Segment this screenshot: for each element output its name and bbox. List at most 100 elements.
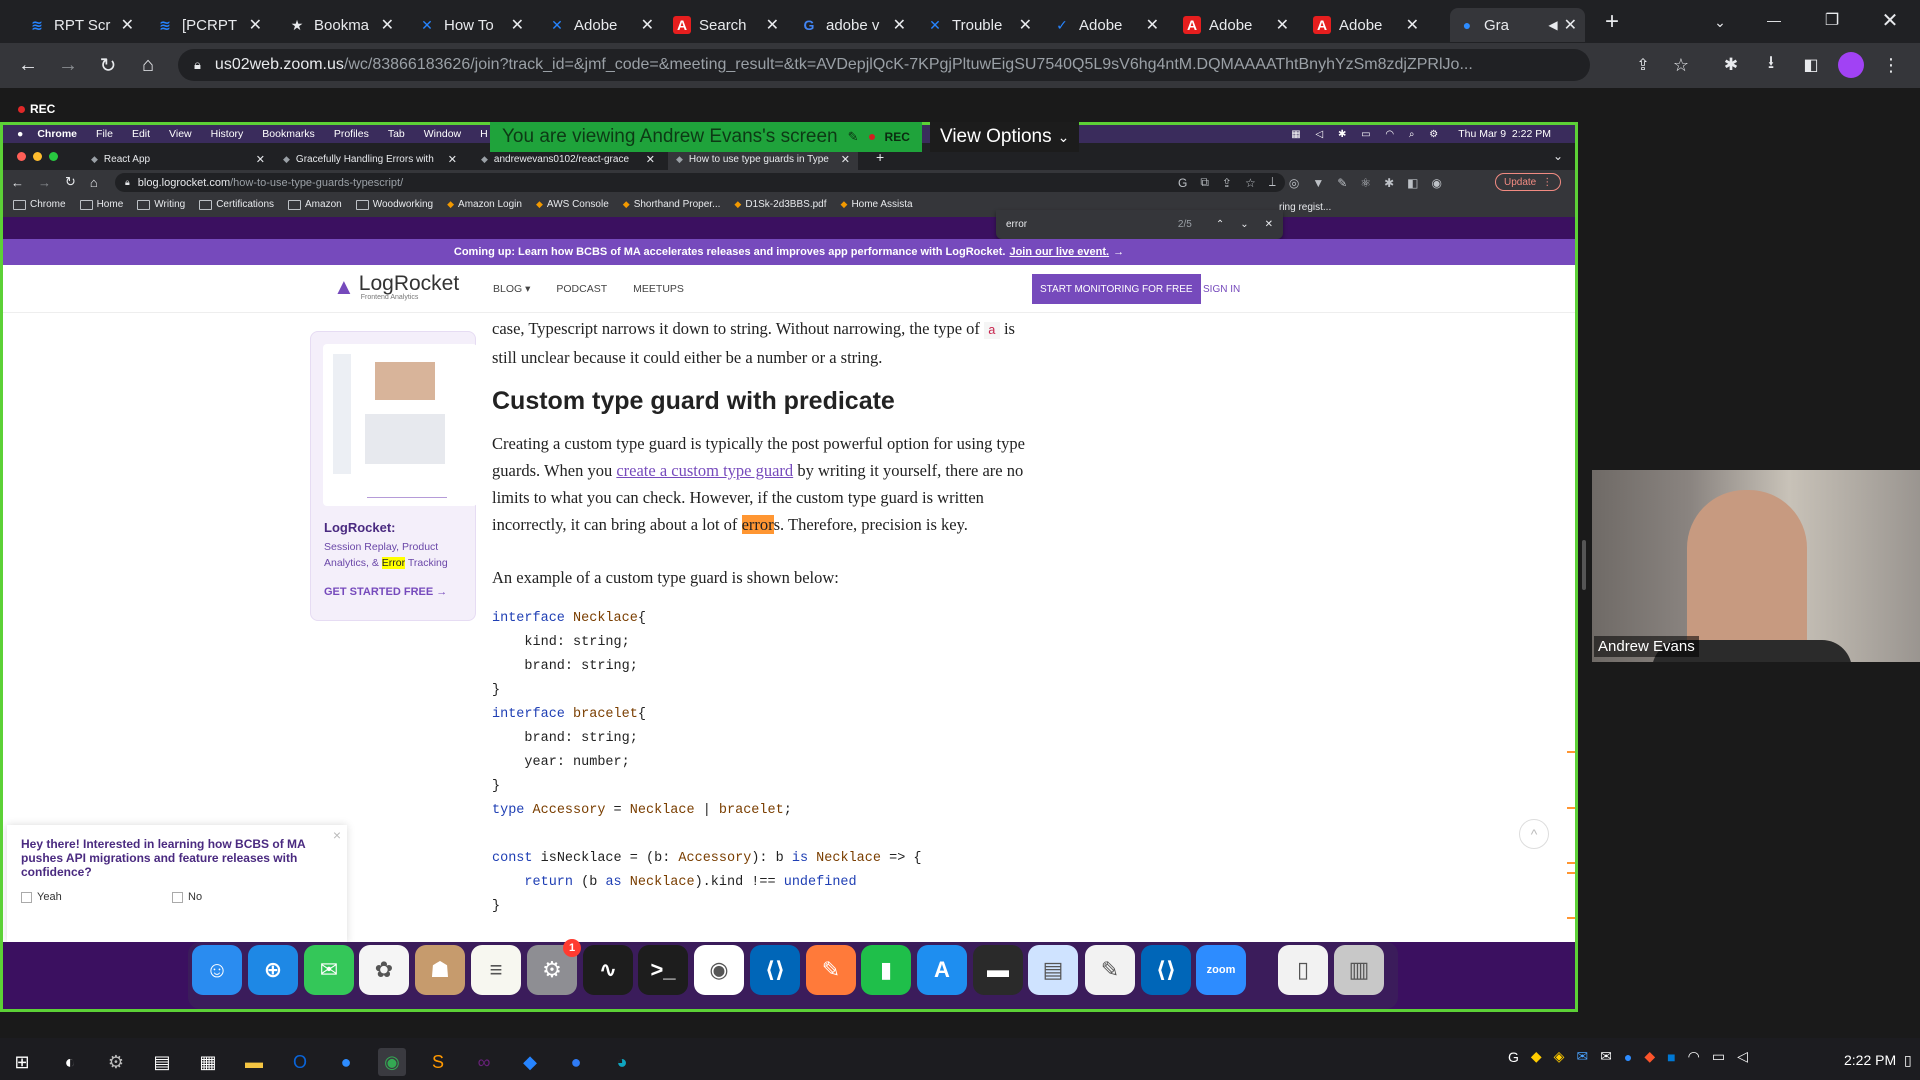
inner-panel-icon[interactable]: ◧	[1407, 176, 1418, 190]
chrome-menu-icon[interactable]: ⋮	[1878, 52, 1904, 78]
react-ext-icon[interactable]: ⚛	[1360, 176, 1371, 190]
keyboard-icon[interactable]: ▤	[148, 1048, 176, 1076]
inner-tab[interactable]: ◆ React App ✕	[83, 147, 273, 171]
survey-close-icon[interactable]: ×	[333, 827, 341, 843]
app-store-icon[interactable]: A	[917, 945, 967, 995]
outer-tab[interactable]: ✕ Adobe ✕	[540, 8, 662, 42]
no-checkbox[interactable]	[172, 891, 183, 903]
tray-battery-icon[interactable]: ▭	[1712, 1048, 1725, 1065]
inner-star-icon[interactable]: ☆	[1245, 176, 1256, 190]
minimize-button[interactable]: —	[1760, 6, 1788, 34]
outer-tab[interactable]: ● Gra ◀ ✕	[1450, 8, 1585, 42]
close-tab-icon[interactable]: ✕	[893, 15, 906, 35]
device-icon[interactable]: ▬	[973, 945, 1023, 995]
zoom-dock-icon[interactable]: zoom	[1196, 945, 1246, 995]
trash-icon[interactable]: ▥	[1334, 945, 1384, 995]
photos-icon[interactable]: ✿	[359, 945, 409, 995]
inner-close-tab-icon[interactable]: ✕	[646, 153, 655, 166]
tray-mail-icon[interactable]: ✉	[1576, 1048, 1588, 1065]
start-monitoring-button[interactable]: START MONITORING FOR FREE	[1032, 274, 1201, 304]
text-edit-icon[interactable]: ✎	[1085, 945, 1135, 995]
close-tab-icon[interactable]: ✕	[511, 15, 524, 35]
close-tab-icon[interactable]: ✕	[121, 15, 134, 35]
inner-avatar-icon[interactable]: ◉	[1431, 176, 1441, 190]
mac-menu-item[interactable]: File	[96, 128, 113, 140]
outer-tab[interactable]: ≋ [PCRPT ✕	[148, 8, 270, 42]
forward-icon[interactable]: →	[54, 51, 82, 79]
bookmark-item[interactable]: ◆ Home Assista	[841, 199, 913, 210]
ext-2-icon[interactable]: ✎	[1337, 176, 1347, 190]
close-window-button[interactable]: ✕	[1876, 6, 1904, 34]
back-icon[interactable]: ←	[14, 51, 42, 79]
tray-shield-icon[interactable]: ◆	[1531, 1048, 1542, 1065]
calculator-icon[interactable]: ▦	[194, 1048, 222, 1076]
share-icon[interactable]: ⇪	[1630, 52, 1656, 78]
close-tab-icon[interactable]: ✕	[1019, 15, 1032, 35]
edge-legacy-icon[interactable]: ◐	[56, 1048, 84, 1076]
update-button[interactable]: Update ⋮	[1495, 173, 1562, 191]
tray-brave-icon[interactable]: ◆	[1644, 1048, 1655, 1065]
sign-in-link[interactable]: SIGN IN	[1203, 284, 1240, 295]
bookmark-item[interactable]: ◆ AWS Console	[536, 199, 609, 210]
maps-icon[interactable]: ●	[562, 1048, 590, 1076]
inner-close-tab-icon[interactable]: ✕	[448, 153, 457, 166]
windows-clock[interactable]: 2:22 PM	[1844, 1052, 1896, 1068]
tray-outlook-icon[interactable]: ■	[1667, 1049, 1675, 1065]
outer-address-bar[interactable]: 🔒︎ us02web.zoom.us /wc/83866183626/join?…	[178, 49, 1590, 81]
close-tab-icon[interactable]: ✕	[1406, 15, 1419, 35]
promo-link[interactable]: Join our live event.	[1009, 246, 1109, 258]
settings-gear-icon[interactable]: ⚙	[102, 1048, 130, 1076]
activity-monitor-icon[interactable]: ∿	[583, 945, 633, 995]
get-started-link[interactable]: GET STARTED FREE →	[324, 586, 475, 598]
zoom-taskbar-icon[interactable]: ●	[332, 1048, 360, 1076]
site-nav-item[interactable]: MEETUPS	[633, 283, 684, 295]
mac-menu-item[interactable]: Window	[424, 128, 461, 140]
mac-menu-item[interactable]: H	[480, 128, 488, 140]
mac-menu-item[interactable]: History	[211, 128, 244, 140]
inner-close-tab-icon[interactable]: ✕	[841, 153, 850, 166]
new-tab-button[interactable]: +	[1598, 8, 1626, 36]
notes-icon[interactable]: ≡	[471, 945, 521, 995]
logrocket-logo[interactable]: ▲ LogRocket Frontend Analytics	[333, 273, 459, 301]
yeah-checkbox[interactable]	[21, 891, 32, 903]
find-next-icon[interactable]: ⌄	[1240, 219, 1248, 230]
custom-type-guard-link[interactable]: create a custom type guard	[616, 461, 793, 480]
translate-ext-icon[interactable]: ⧉	[1200, 175, 1209, 190]
inner-reload-icon[interactable]: ↻	[65, 174, 76, 190]
mac-menu-item[interactable]: Edit	[132, 128, 150, 140]
visual-studio-icon[interactable]: ∞	[470, 1048, 498, 1076]
mac-menu-item[interactable]: Chrome	[37, 128, 77, 140]
home-icon[interactable]: ⌂	[134, 51, 162, 79]
close-tab-icon[interactable]: ✕	[766, 15, 779, 35]
outer-tab[interactable]: A Adobe ✕	[1305, 8, 1427, 42]
site-nav-item[interactable]: PODCAST	[556, 283, 607, 295]
minimize-dot-icon[interactable]	[33, 152, 42, 161]
bookmark-item[interactable]: Home	[79, 199, 123, 210]
inner-tab[interactable]: ◆ Gracefully Handling Errors with ✕	[275, 147, 465, 171]
scroll-top-icon[interactable]: ^	[1519, 819, 1549, 849]
outer-tab[interactable]: Gadobe v ✕	[792, 8, 914, 42]
tray-envelope-icon[interactable]: ✉	[1600, 1048, 1612, 1065]
inner-close-tab-icon[interactable]: ✕	[256, 153, 265, 166]
inner-tab-list-icon[interactable]: ⌄	[1553, 149, 1563, 163]
mac-menu-item[interactable]: Profiles	[334, 128, 369, 140]
close-tab-icon[interactable]: ✕	[1276, 15, 1289, 35]
gallery-resize-handle[interactable]	[1582, 540, 1586, 590]
restore-button[interactable]: ❐	[1818, 6, 1846, 34]
safari-icon[interactable]: ⊕	[248, 945, 298, 995]
inner-forward-icon[interactable]: →	[38, 175, 51, 190]
view-options-button[interactable]: View Options ⌄	[930, 122, 1080, 152]
preview-icon[interactable]: ▤	[1028, 945, 1078, 995]
notifications-icon[interactable]: ▯	[1904, 1052, 1912, 1069]
close-tab-icon[interactable]: ✕	[1564, 15, 1577, 35]
ext-1-icon[interactable]: ◎	[1289, 176, 1299, 190]
bookmark-item[interactable]: Amazon	[288, 199, 342, 210]
bookmark-item[interactable]: Certifications	[199, 199, 274, 210]
sublime-icon[interactable]: S	[424, 1048, 452, 1076]
bookmark-item[interactable]: ◆ Amazon Login	[447, 199, 522, 210]
vscode-icon[interactable]: ⟨⟩	[750, 945, 800, 995]
google-ext-icon[interactable]: G	[1178, 176, 1187, 190]
windows-start-icon[interactable]: ⊞	[8, 1048, 36, 1076]
close-tab-icon[interactable]: ✕	[381, 15, 394, 35]
find-input[interactable]: error	[1006, 219, 1178, 230]
